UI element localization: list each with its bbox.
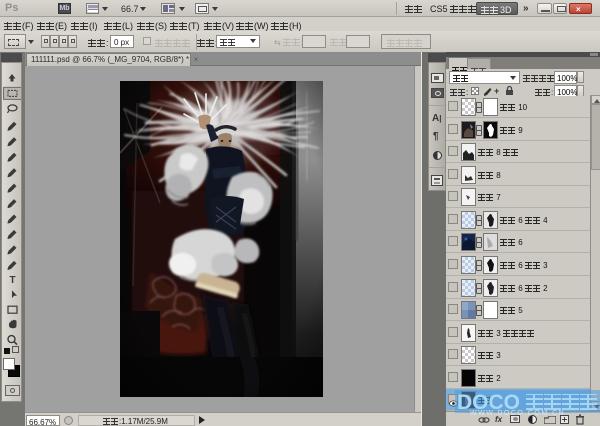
svg-text:T: T (9, 275, 15, 286)
